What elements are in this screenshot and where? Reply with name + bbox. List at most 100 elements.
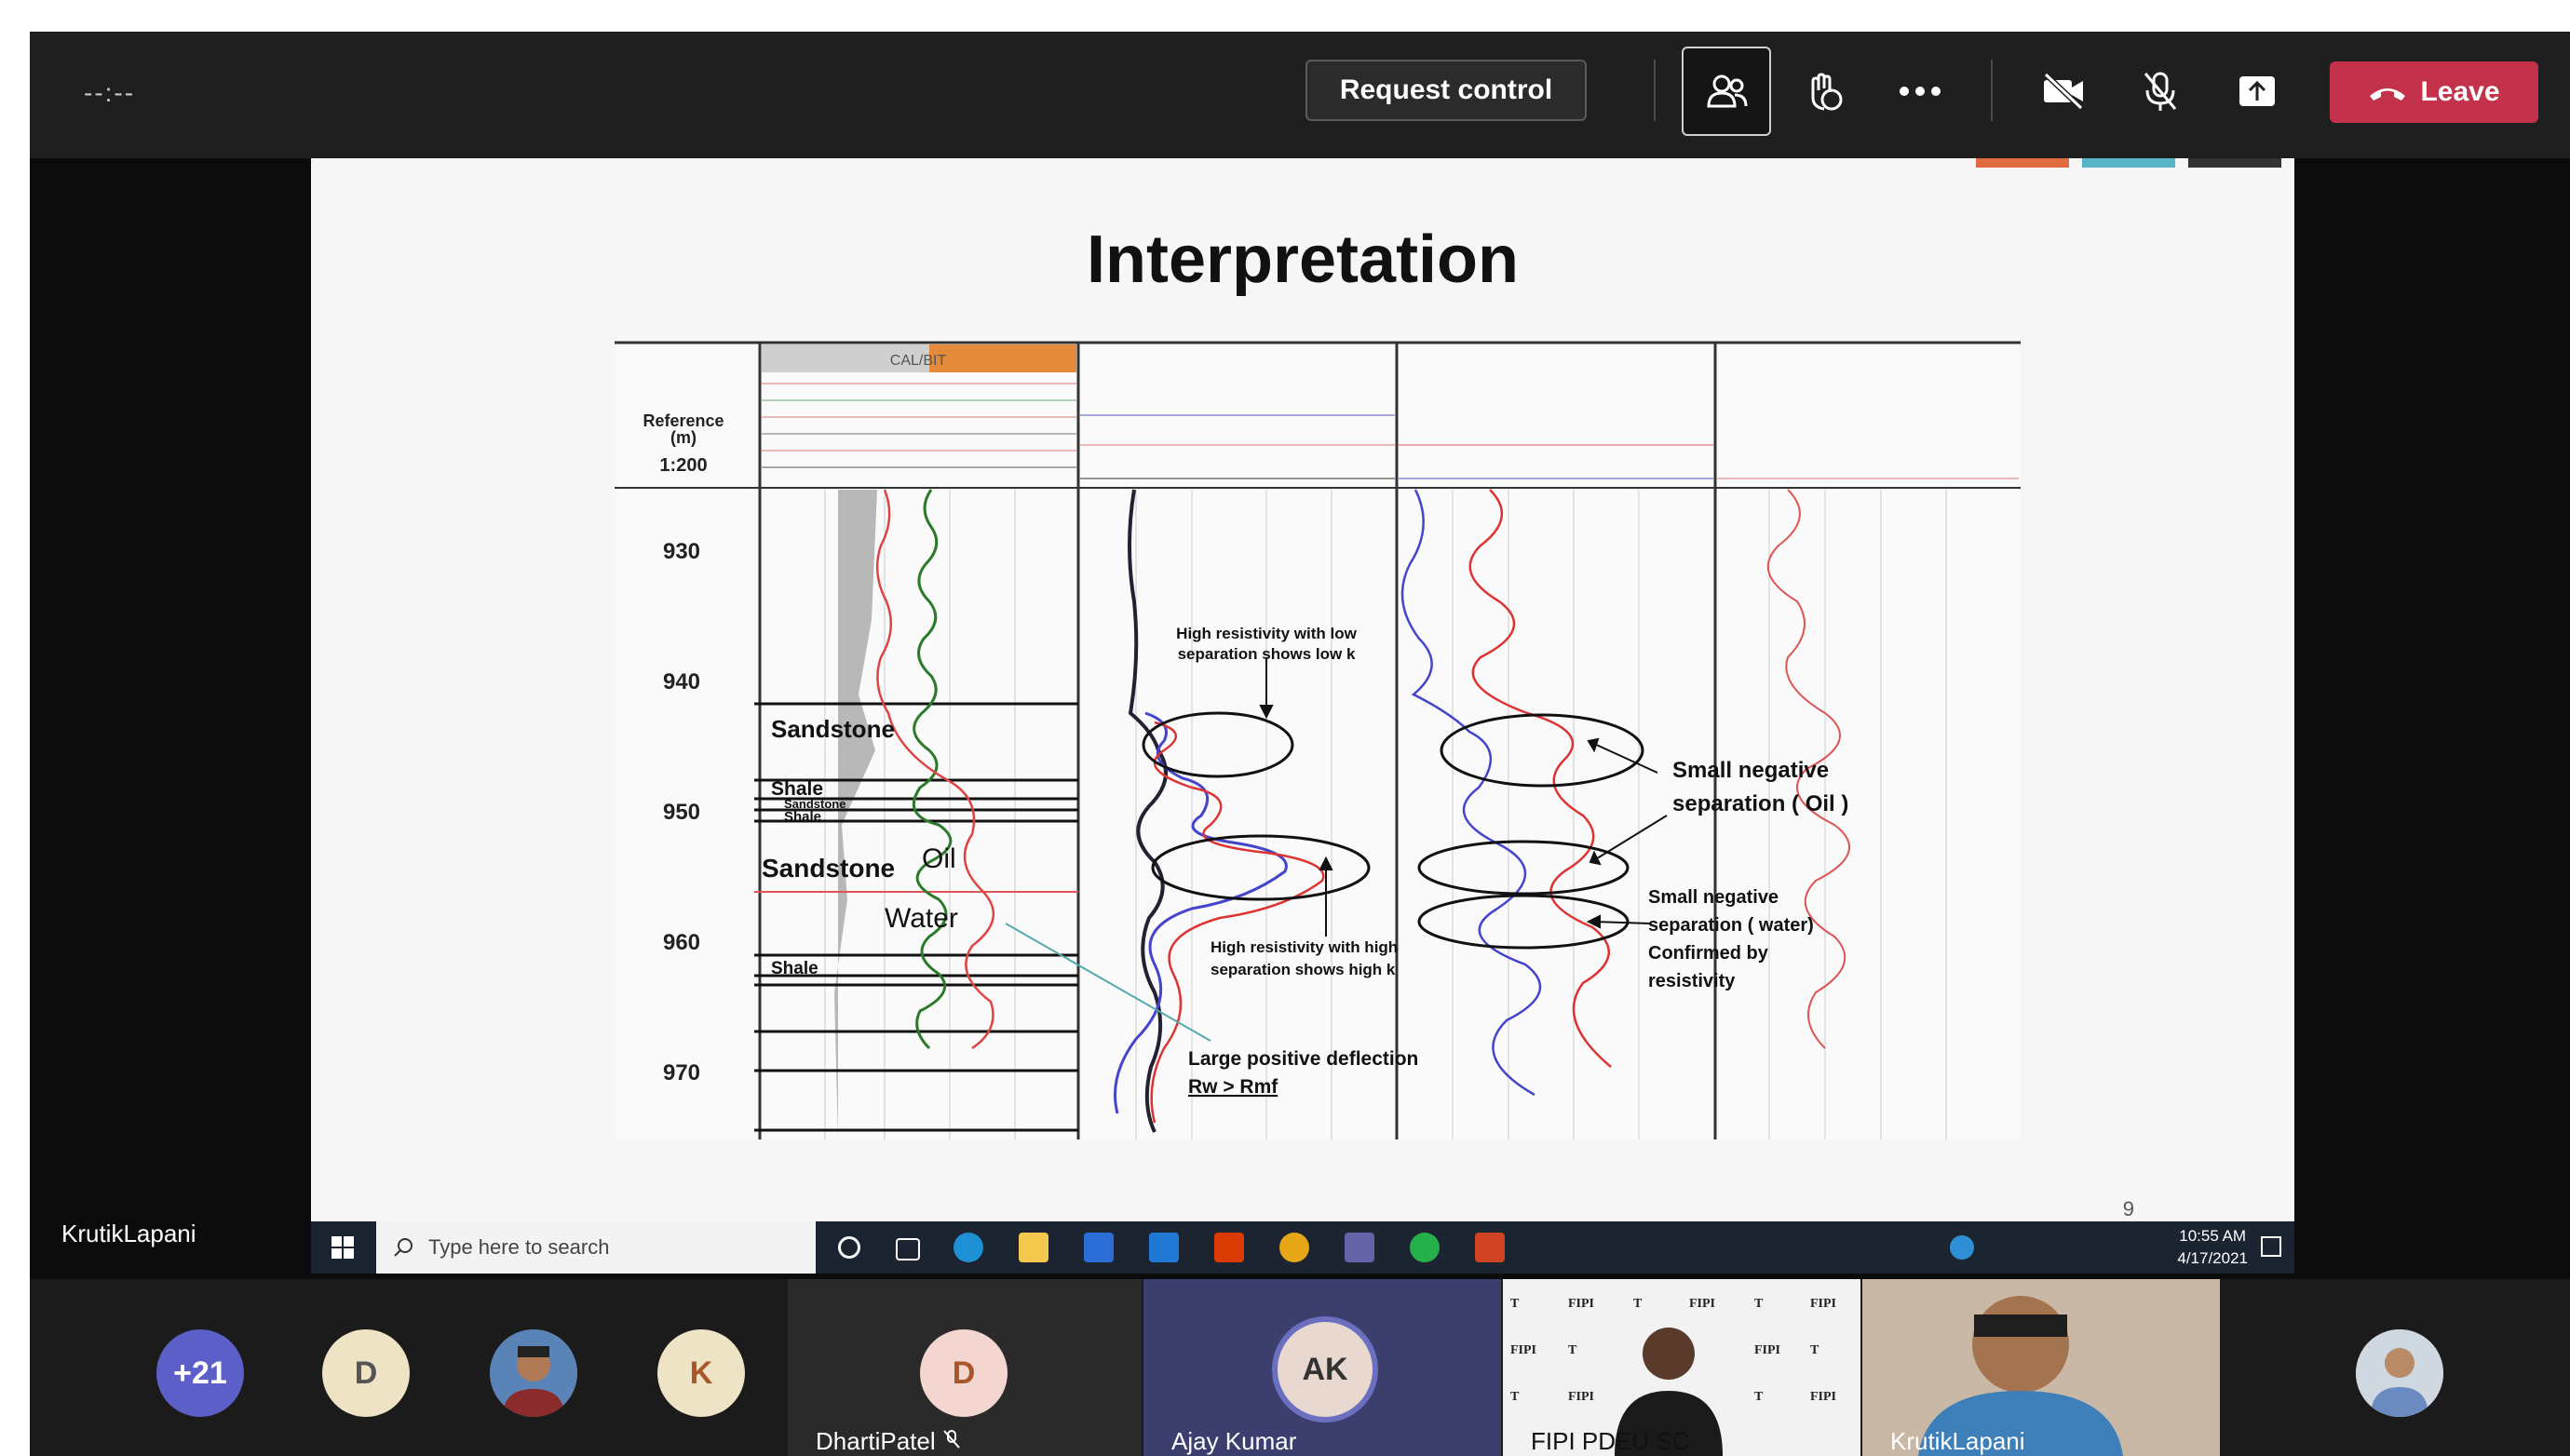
taskbar-time: 10:55 AM [2179, 1227, 2247, 1245]
svg-text:T: T [1754, 1390, 1764, 1404]
task-view-icon[interactable] [896, 1238, 920, 1261]
search-icon [394, 1238, 413, 1257]
people-button[interactable] [1682, 47, 1771, 136]
label-sandstone-lower: Sandstone [762, 854, 895, 883]
person-photo-icon [490, 1329, 577, 1417]
annotation-water-line2: separation ( water) [1648, 915, 1814, 936]
depth-970: 970 [663, 1060, 700, 1085]
cortana-icon[interactable] [838, 1236, 860, 1259]
camera-off-icon [2043, 73, 2084, 110]
krutik-name: KrutikLapani [1890, 1427, 2025, 1455]
label-shale-thin: Shale [784, 809, 821, 825]
svg-text:FIPI: FIPI [1754, 1343, 1780, 1357]
office-icon[interactable] [1214, 1233, 1244, 1262]
shared-slide: Interpretation CAL/BIT Reference (m) 1:2… [311, 158, 2294, 1221]
svg-text:FIPI: FIPI [1689, 1297, 1715, 1311]
toolbar-divider [1654, 60, 1656, 121]
taskbar-clock[interactable]: 10:55 AM 4/17/2021 [2177, 1225, 2248, 1270]
taskbar-search[interactable]: Type here to search [376, 1221, 816, 1274]
label-sandstone-upper: Sandstone [771, 715, 895, 743]
participant-tile-ajay[interactable]: AK Ajay Kumar [1143, 1279, 1501, 1456]
mic-toggle-button[interactable] [2116, 47, 2205, 136]
overflow-participants-button[interactable]: +21 [156, 1329, 244, 1417]
annotation-water-line4: resistivity [1648, 971, 1736, 991]
reactions-button[interactable] [1779, 47, 1868, 136]
people-icon [1707, 74, 1748, 108]
participant-tile-dharti[interactable]: D DhartiPatel [788, 1279, 1142, 1456]
depth-940: 940 [663, 669, 700, 694]
reference-unit: (m) [670, 428, 697, 447]
request-control-button[interactable]: Request control [1305, 60, 1587, 121]
participant-avatar-photo-2[interactable] [2356, 1329, 2443, 1417]
mic-off-icon [2144, 72, 2177, 111]
reference-label: Reference [642, 411, 724, 430]
share-tray-icon [2239, 76, 2275, 106]
annotation-oil-separation: Small negative separation ( Oil ) [1672, 758, 1849, 816]
participant-avatar-photo[interactable] [490, 1329, 577, 1417]
svg-text:T: T [1568, 1343, 1577, 1357]
slide-accent-bar [2188, 158, 2281, 168]
slide-page-number: 9 [2122, 1197, 2134, 1220]
raise-hand-icon [1811, 73, 1843, 111]
depth-930: 930 [663, 539, 700, 564]
whatsapp-icon[interactable] [1410, 1233, 1440, 1262]
windows-start-icon [331, 1236, 354, 1259]
svg-text:FIPI: FIPI [1568, 1297, 1594, 1311]
edge-icon[interactable] [954, 1233, 983, 1262]
store-icon[interactable] [1084, 1233, 1114, 1262]
file-explorer-icon[interactable] [1019, 1233, 1048, 1262]
svg-text:FIPI: FIPI [1810, 1297, 1836, 1311]
ajay-avatar: AK [1272, 1316, 1378, 1422]
camera-toggle-button[interactable] [2019, 47, 2108, 136]
more-icon [1900, 87, 1941, 96]
well-log-figure: CAL/BIT Reference (m) 1:200 930 940 950 … [615, 341, 2021, 1139]
powerpoint-icon[interactable] [1475, 1233, 1505, 1262]
leave-button[interactable]: Leave [2330, 61, 2538, 123]
participant-tile-krutik[interactable]: KrutikLapani [1862, 1279, 2220, 1456]
svg-text:T: T [1754, 1297, 1764, 1311]
taskbar-date: 4/17/2021 [2177, 1249, 2248, 1267]
teams-icon[interactable] [1345, 1233, 1374, 1262]
ajay-name: Ajay Kumar [1171, 1427, 1297, 1455]
phone-hangup-icon [2370, 88, 2406, 101]
dharti-avatar: D [920, 1329, 1008, 1417]
annotation-large-positive: Large positive deflection [1188, 1048, 1418, 1070]
svg-text:FIPI: FIPI [1568, 1390, 1594, 1404]
chrome-icon[interactable] [1279, 1233, 1309, 1262]
depth-950: 950 [663, 800, 700, 825]
participant-tile-fipi[interactable]: T FIPI T FIPI T FIPI FIPI T FIPI T T FIPI T FIPI FIPI… [1503, 1279, 1860, 1456]
label-oil: Oil [922, 843, 956, 874]
annotation-rw-rmf: Rw > Rmf [1188, 1076, 1278, 1098]
dharti-name: DhartiPatel [816, 1427, 961, 1456]
taskbar-search-placeholder: Type here to search [428, 1235, 610, 1259]
annotation-water-line1: Small negative [1648, 887, 1779, 908]
svg-text:T: T [1810, 1343, 1819, 1357]
annotation-water-line3: Confirmed by [1648, 943, 1769, 964]
share-button[interactable] [2212, 47, 2302, 136]
svg-text:FIPI: FIPI [1510, 1343, 1536, 1357]
person-photo-icon [2356, 1329, 2443, 1417]
presenter-name: KrutikLapani [61, 1220, 196, 1247]
toolbar-divider [1991, 60, 1993, 121]
track1-header: CAL/BIT [890, 353, 947, 369]
participant-avatar-d[interactable]: D [322, 1329, 410, 1417]
label-water: Water [885, 903, 958, 934]
annotation-low-k: High resistivity with low separation sho… [1176, 625, 1357, 663]
notifications-icon[interactable] [2261, 1236, 2281, 1257]
scale-label: 1:200 [659, 455, 707, 476]
svg-text:FIPI: FIPI [1810, 1390, 1836, 1404]
svg-text:T: T [1510, 1390, 1520, 1404]
mail-icon[interactable] [1149, 1233, 1179, 1262]
depth-960: 960 [663, 930, 700, 955]
svg-text:T: T [1633, 1297, 1643, 1311]
fipi-name: FIPI PDEU SC [1531, 1427, 1690, 1455]
svg-text:T: T [1510, 1297, 1520, 1311]
label-shale-lower: Shale [771, 959, 818, 978]
help-icon[interactable] [1950, 1235, 1974, 1260]
shared-taskbar: Type here to search 10:55 AM 4/17/2021 [311, 1221, 2294, 1274]
mic-muted-icon [943, 1430, 960, 1449]
participant-avatar-k[interactable]: K [657, 1329, 745, 1417]
more-options-button[interactable] [1875, 47, 1965, 136]
meeting-timer: --:-- [84, 78, 136, 107]
slide-accent-bar [1976, 158, 2069, 168]
